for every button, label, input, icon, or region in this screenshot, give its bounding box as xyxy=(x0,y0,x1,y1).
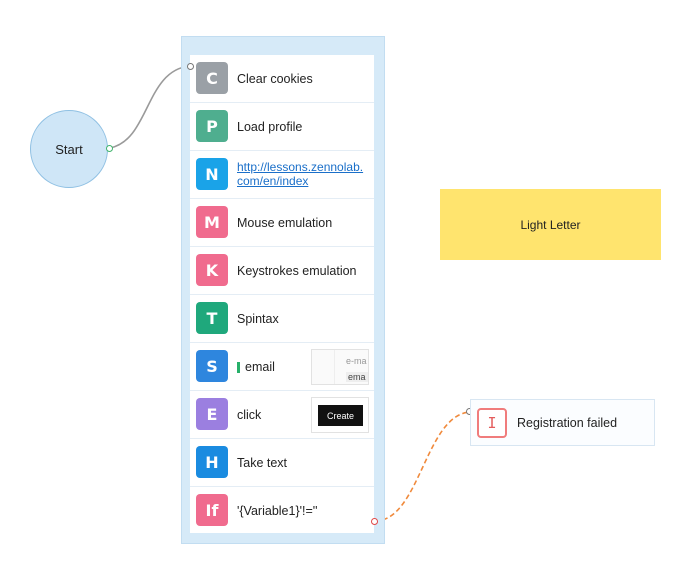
action-label: Keystrokes emulation xyxy=(237,264,357,278)
action-label: Clear cookies xyxy=(237,72,313,86)
start-label: Start xyxy=(55,141,83,157)
action-label: Take text xyxy=(237,456,288,470)
mouse-icon: M xyxy=(196,206,228,238)
action-label: Spintax xyxy=(237,312,279,326)
navigate-icon: N xyxy=(196,158,228,190)
action-label: Load profile xyxy=(237,120,303,134)
thumbnail-value: ema xyxy=(346,372,368,382)
keyboard-icon: K xyxy=(196,254,228,286)
action-clear-cookies[interactable]: C Clear cookies xyxy=(190,55,374,103)
profile-icon: P xyxy=(196,110,228,142)
spintax-icon: T xyxy=(196,302,228,334)
start-output-port[interactable] xyxy=(106,145,113,152)
action-load-profile[interactable]: P Load profile xyxy=(190,103,374,151)
html-icon: H xyxy=(196,446,228,478)
set-value-icon: S xyxy=(196,350,228,382)
start-node[interactable]: Start xyxy=(30,110,108,188)
action-spintax[interactable]: T Spintax xyxy=(190,295,374,343)
bad-end-icon: I xyxy=(477,408,507,438)
thumbnail-divider xyxy=(334,350,335,384)
element-icon: E xyxy=(196,398,228,430)
failure-label: Registration failed xyxy=(517,415,618,430)
registration-failed-node[interactable]: I Registration failed xyxy=(470,399,655,446)
action-set-email[interactable]: S email e-ma ema xyxy=(190,343,374,391)
action-keystrokes-emulation[interactable]: K Keystrokes emulation xyxy=(190,247,374,295)
action-click[interactable]: E click Create xyxy=(190,391,374,439)
action-if-condition[interactable]: If '{Variable1}'!='' xyxy=(190,487,374,535)
if-icon: If xyxy=(196,494,228,526)
email-label: email xyxy=(245,360,275,374)
thumbnail-create-button: Create xyxy=(318,405,363,426)
action-navigate[interactable]: N http://lessons.zennolab.com/en/index xyxy=(190,151,374,199)
if-false-output-port[interactable] xyxy=(371,518,378,525)
action-label: Mouse emulation xyxy=(237,216,333,230)
action-take-text[interactable]: H Take text xyxy=(190,439,374,487)
action-mouse-emulation[interactable]: M Mouse emulation xyxy=(190,199,374,247)
email-field-thumbnail: e-ma ema xyxy=(311,349,369,385)
thumbnail-placeholder: e-ma xyxy=(346,356,367,366)
note-text: Light Letter xyxy=(520,217,581,232)
field-marker xyxy=(237,361,240,373)
if-false-to-failure-connector xyxy=(374,411,471,522)
condition-label: '{Variable1}'!='' xyxy=(237,504,318,518)
navigate-url-link[interactable]: http://lessons.zennolab.com/en/index xyxy=(237,160,365,188)
sticky-note[interactable]: Light Letter xyxy=(440,189,661,260)
start-to-first-action-connector xyxy=(109,65,191,149)
clear-cookies-icon: C xyxy=(196,62,228,94)
create-button-thumbnail: Create xyxy=(311,397,369,433)
